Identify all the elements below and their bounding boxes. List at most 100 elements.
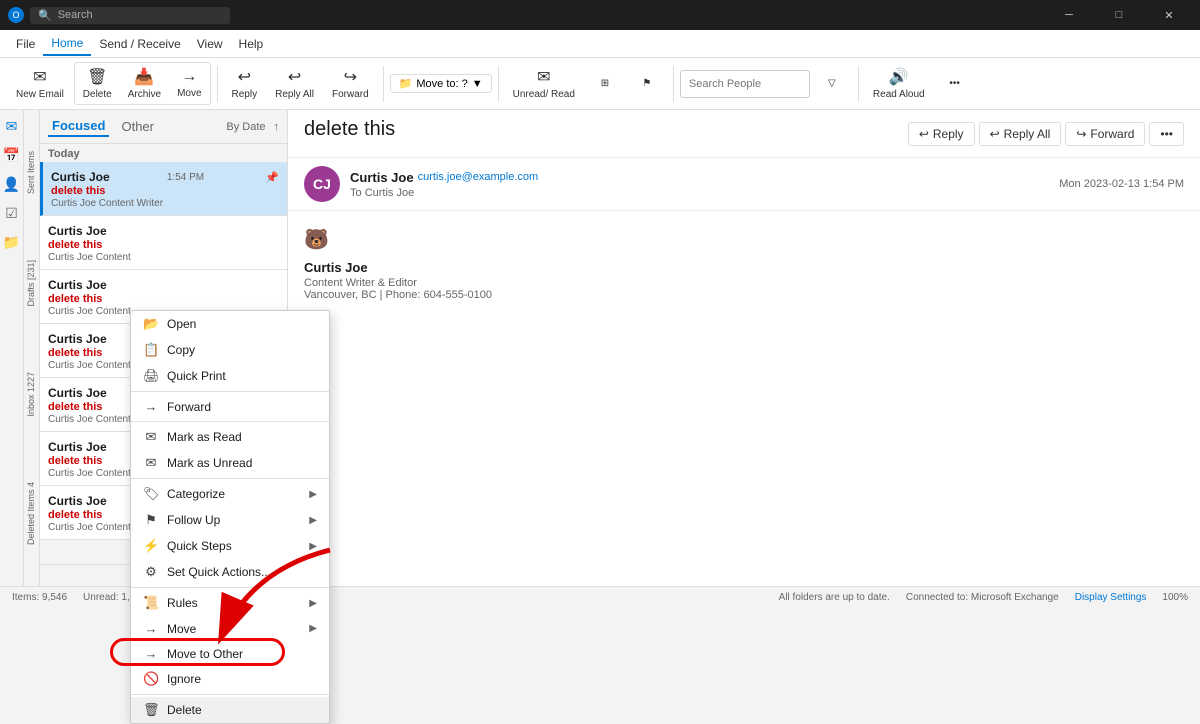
reply-all-action-button[interactable]: ↩ Reply All [979,122,1062,146]
sent-items-label[interactable]: Sent Items [24,147,39,198]
maximize-button[interactable]: □ [1096,0,1142,30]
ctx-mark-unread[interactable]: ✉ Mark as Unread [131,450,329,476]
menu-view[interactable]: View [189,33,231,55]
nav-people[interactable]: 👤 [3,176,20,193]
ctx-ignore[interactable]: 🚫 Ignore [131,666,329,692]
menu-send-receive[interactable]: Send / Receive [91,33,188,55]
flag-button[interactable]: ⚑ [627,74,667,93]
status-left: Items: 9,546 Unread: 1,227 [12,592,146,603]
ctx-mark-read[interactable]: ✉ Mark as Read [131,424,329,450]
ctx-delete[interactable]: 🗑 Delete [131,697,329,723]
menu-file[interactable]: File [8,33,43,55]
email-item[interactable]: Curtis Joe delete this Curtis Joe Conten… [40,216,287,270]
email-content: delete this ↩ Reply ↩ Reply All ↪ Forwar… [288,110,1200,586]
email-preview: Curtis Joe Content Writer [51,198,246,209]
delete-ctx-icon: 🗑 [143,702,159,718]
follow-up-arrow: ▶ [309,515,317,526]
email-item[interactable]: Curtis Joe 1:54 PM 📌 delete this Curtis … [40,162,287,216]
ctx-forward[interactable]: → Forward [131,394,329,419]
forward-ctx-icon: → [143,399,159,414]
close-button[interactable]: ✕ [1146,0,1192,30]
ctx-rules[interactable]: 📜 Rules ▶ [131,590,329,616]
reply-icon: ↩ [238,67,251,87]
tab-other[interactable]: Other [117,117,158,136]
move-to-dropdown[interactable]: 📁 Move to: ? ▼ [390,74,492,93]
view-group: ⊞ ⚑ [585,74,667,93]
minimize-button[interactable]: ─ [1046,0,1092,30]
ctx-categorize[interactable]: 🏷 Categorize ▶ [131,481,329,507]
delete-button[interactable]: 🗑 Delete [75,63,120,104]
reply-action-button[interactable]: ↩ Reply [908,122,975,146]
settings-icon: ⚙ [143,564,159,580]
email-item-header: Curtis Joe 1:54 PM 📌 [51,170,279,184]
side-labels: Sent Items Drafts [231] Inbox 1227 Delet… [24,110,40,586]
sort-by[interactable]: By Date [226,121,265,133]
unread-read-button[interactable]: ✉ Unread/ Read [505,63,583,104]
quick-steps-arrow: ▶ [309,541,317,552]
ctx-move[interactable]: → Move ▶ [131,616,329,641]
deleted-label[interactable]: Deleted Items 4 [24,478,39,549]
ctx-divider-3 [131,478,329,479]
ctx-move-other[interactable]: → Move to Other [131,641,329,666]
tab-focused[interactable]: Focused [48,116,109,137]
sync-status: All folders are up to date. [779,592,890,603]
forward-button[interactable]: ↪ Forward [324,63,377,104]
ctx-quick-steps[interactable]: ⚡ Quick Steps ▶ [131,533,329,559]
reply-button[interactable]: ↩ Reply [224,63,266,104]
move-button[interactable]: → Move [169,64,209,103]
forward-action-button[interactable]: ↪ Forward [1065,122,1145,146]
ctx-set-quick-actions[interactable]: ⚙ Set Quick Actions... [131,559,329,585]
ctx-follow-up[interactable]: ⚑ Follow Up ▶ [131,507,329,533]
unread-icon: ✉ [537,67,550,87]
ignore-icon: 🚫 [143,671,159,687]
new-email-icon: ✉ [33,67,46,87]
title-bar-left: O 🔍 Search [8,7,230,24]
read-aloud-button[interactable]: 🔊 Read Aloud [865,63,933,104]
search-people-input[interactable] [680,70,810,98]
window-controls: ─ □ ✕ [1046,0,1192,30]
display-settings-link[interactable]: Display Settings [1075,592,1147,603]
ctx-divider-2 [131,421,329,422]
nav-folders[interactable]: 📁 [3,234,20,251]
drafts-label[interactable]: Drafts [231] [24,256,39,311]
open-icon: 📂 [143,316,159,332]
menu-home[interactable]: Home [43,32,91,56]
follow-up-icon: ⚑ [143,512,159,528]
ctx-divider-1 [131,391,329,392]
nav-tasks[interactable]: ☑ [5,205,18,222]
forward-action-icon: ↪ [1076,127,1086,141]
more-options-button[interactable]: ••• [935,74,975,93]
inbox-label[interactable]: Inbox 1227 [24,368,39,421]
reply-all-button[interactable]: ↩ Reply All [267,63,322,104]
ctx-copy[interactable]: 📋 Copy [131,337,329,363]
nav-icons: ✉ 📅 👤 ☑ 📁 [0,110,24,586]
ctx-quick-print[interactable]: 🖨 Quick Print [131,363,329,389]
email-sender: Curtis Joe [48,494,107,508]
sender-name: Curtis Joe [350,170,414,185]
ctx-open[interactable]: 📂 Open [131,311,329,337]
view-button[interactable]: ⊞ [585,74,625,93]
more-actions-button[interactable]: ••• [1149,122,1184,146]
context-menu: 📂 Open 📋 Copy 🖨 Quick Print → Forward ✉ … [130,310,330,724]
email-preview: Curtis Joe Content [48,252,243,263]
move-other-icon: → [143,646,159,661]
menu-help[interactable]: Help [231,33,272,55]
filter-button[interactable]: ▽ [812,74,852,93]
email-subject: delete this [48,239,279,251]
delete-group: 🗑 Delete 📥 Archive → Move [74,62,211,105]
nav-calendar[interactable]: 📅 [3,147,20,164]
move-ctx-icon: → [143,621,159,636]
nav-mail[interactable]: ✉ [6,118,18,135]
ellipsis-icon: ••• [949,78,960,89]
sort-direction[interactable]: ↑ [274,121,280,133]
archive-button[interactable]: 📥 Archive [120,63,169,104]
sig-name: Curtis Joe [304,260,1184,275]
connection-status: Connected to: Microsoft Exchange [906,592,1059,603]
status-right: All folders are up to date. Connected to… [779,592,1188,603]
email-subject: delete this [48,293,279,305]
email-sender: Curtis Joe [48,224,107,238]
new-email-button[interactable]: ✉ New Email [8,63,72,104]
more-actions-icon: ••• [1160,127,1173,141]
sig-title: Content Writer & Editor [304,277,1184,289]
section-today: Today [40,144,287,162]
